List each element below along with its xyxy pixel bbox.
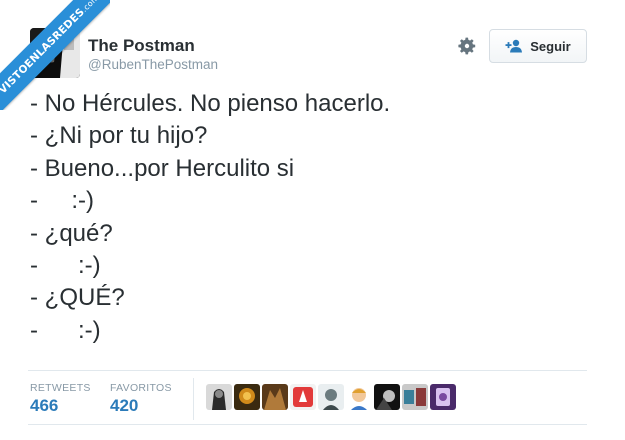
tweet-line: - :-) [30, 251, 101, 279]
site-ribbon: VISTOENLASREDES.com [0, 0, 110, 110]
favoriter-avatar[interactable] [290, 384, 316, 410]
tweet-line: - :-) [30, 316, 101, 344]
follow-button[interactable]: Seguir [489, 29, 587, 63]
tweet-line: - No Hércules. No pienso hacerlo. [30, 90, 391, 117]
site-ribbon-text: VISTOENLASREDES.com [0, 0, 110, 110]
stats-divider-top [28, 370, 587, 371]
favorites-label: FAVORITOS [110, 382, 172, 394]
favoriter-avatar[interactable] [430, 384, 456, 410]
favoriter-avatar[interactable] [318, 384, 344, 410]
stats-separator [193, 378, 194, 420]
follow-button-label: Seguir [530, 38, 571, 54]
retweets-label: RETWEETS [30, 382, 91, 394]
favoriter-avatar[interactable] [234, 384, 260, 410]
favoriters-avatars [206, 384, 456, 410]
tweet-line: - :-) [30, 187, 94, 215]
tweet-line: - ¿qué? [30, 219, 113, 247]
favoriter-avatar[interactable] [262, 384, 288, 410]
favoriter-avatar[interactable] [206, 384, 232, 410]
favoriter-avatar[interactable] [346, 384, 372, 410]
stats-divider-bottom [28, 424, 587, 425]
tweet-line: - ¿QUÉ? [30, 284, 125, 312]
tweet-line: - ¿Ni por tu hijo? [30, 122, 208, 150]
tweet-line: - Bueno...por Herculito si [30, 154, 295, 182]
gear-icon[interactable] [457, 36, 477, 56]
favoriter-avatar[interactable] [402, 384, 428, 410]
retweets-count[interactable]: 466 [30, 396, 58, 416]
favoriter-avatar[interactable] [374, 384, 400, 410]
favorites-count[interactable]: 420 [110, 396, 138, 416]
follow-user-icon [505, 39, 523, 53]
tweet-text: - No Hércules. No pienso hacerlo. - ¿Ni … [30, 88, 590, 347]
